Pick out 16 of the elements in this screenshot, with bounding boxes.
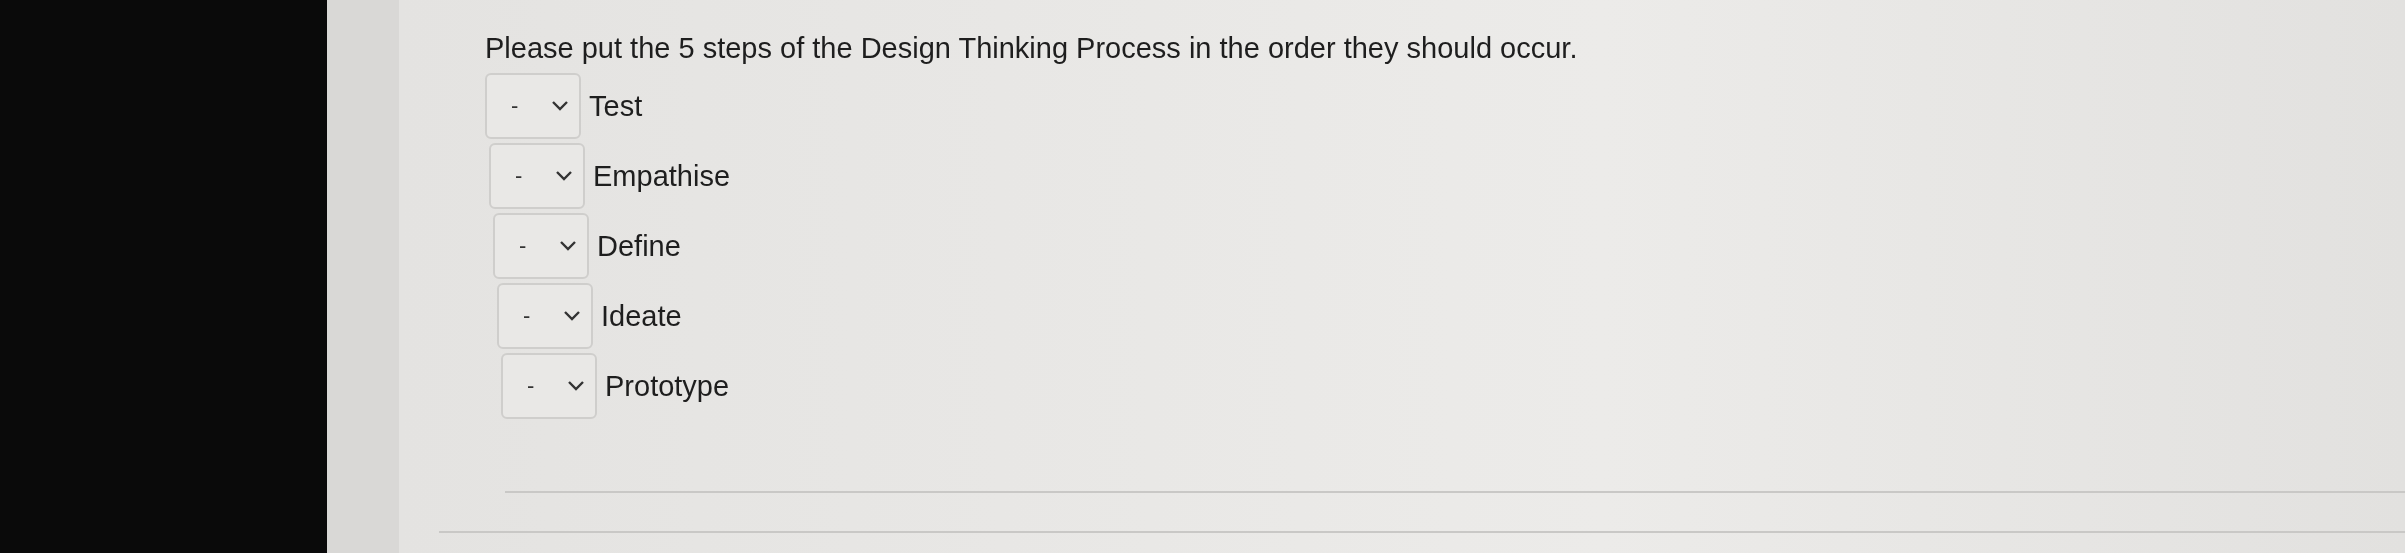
order-dropdown[interactable]: - bbox=[493, 213, 589, 279]
step-label: Prototype bbox=[605, 369, 730, 403]
order-dropdown[interactable]: - bbox=[489, 143, 585, 209]
step-label: Define bbox=[597, 229, 681, 263]
order-dropdown[interactable]: - bbox=[485, 73, 581, 139]
order-dropdown[interactable]: - bbox=[497, 283, 593, 349]
step-label: Test bbox=[589, 89, 643, 123]
step-label: Ideate bbox=[601, 299, 682, 333]
chevron-icon bbox=[555, 170, 573, 182]
chevron-icon bbox=[551, 100, 569, 112]
chevron-icon bbox=[559, 240, 577, 252]
chevron-icon bbox=[567, 380, 585, 392]
step-label: Empathise bbox=[593, 159, 730, 193]
chevron-icon bbox=[563, 310, 581, 322]
order-dropdown[interactable]: - bbox=[501, 353, 597, 419]
question-text: Please put the 5 steps of the Design Thinking Process in the order they should occur. bbox=[485, 32, 1579, 65]
